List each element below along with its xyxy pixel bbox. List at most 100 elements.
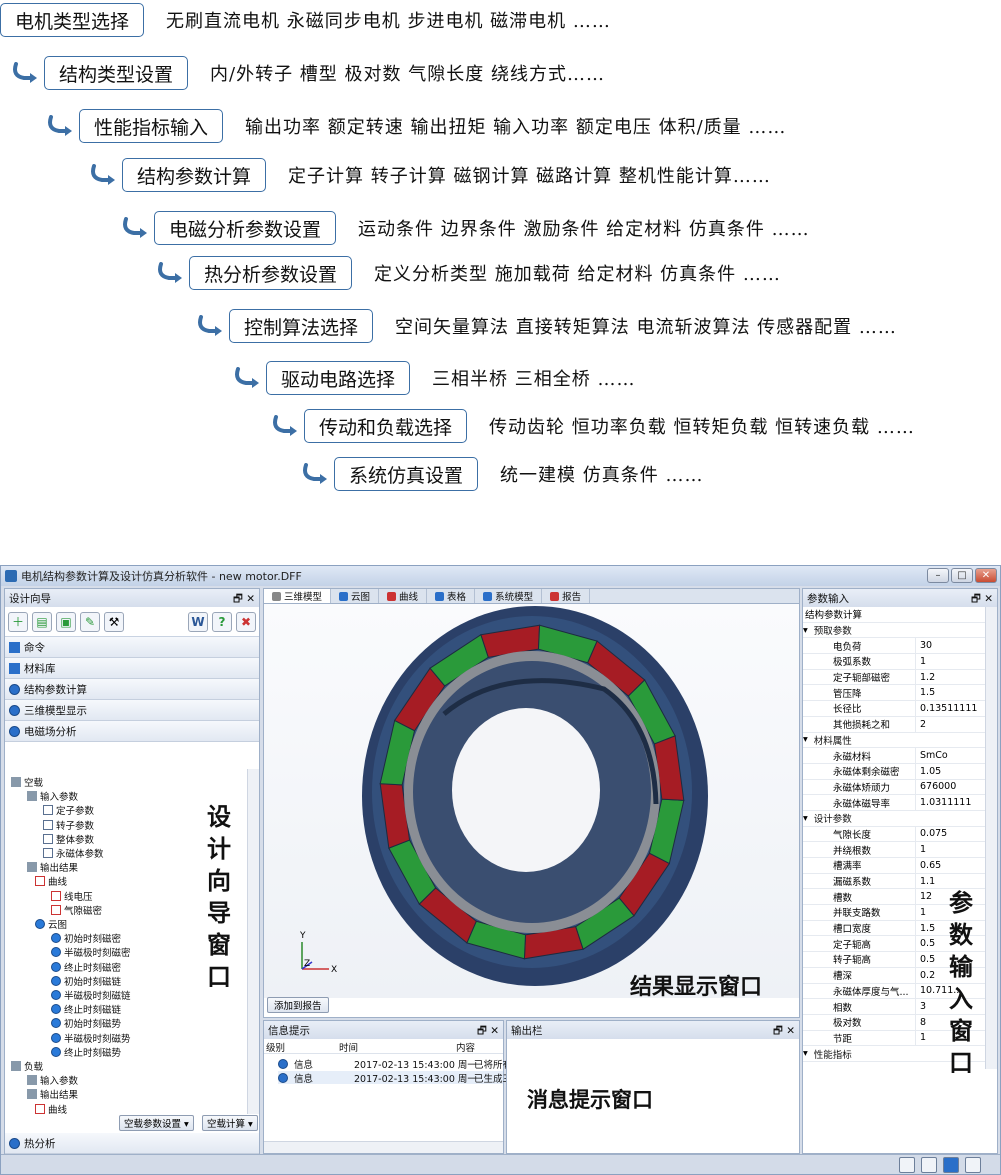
tab-0[interactable]: 三维模型 (264, 589, 332, 603)
accordion-bottom-0[interactable]: 热分析 (5, 1133, 259, 1154)
param-row[interactable]: 定子轭部磁密 1.2 (803, 669, 985, 686)
accordion-top-3[interactable]: 三维模型显示 (5, 700, 259, 721)
param-row[interactable]: 并绕根数 1 (803, 842, 985, 858)
accordion-top-0[interactable]: 命令 (5, 637, 259, 658)
param-value[interactable]: 1.05 (915, 763, 985, 779)
param-value[interactable]: 30 (915, 638, 985, 654)
tree-node[interactable]: 定子参数 (43, 803, 94, 817)
tree-node[interactable]: 半磁极时刻磁势 (51, 1031, 131, 1045)
param-group-row[interactable]: ▾ 预取参数 (803, 623, 985, 639)
help-icon[interactable]: ? (212, 611, 232, 632)
param-row[interactable]: 极弧系数 1 (803, 654, 985, 670)
info-pin-close-icons[interactable]: 🗗 ✕ (477, 1023, 499, 1037)
tree-node[interactable]: 输出结果 (27, 860, 78, 874)
param-row[interactable]: 其他损耗之和 2 (803, 716, 985, 733)
output-pin-close-icons[interactable]: 🗗 ✕ (773, 1023, 795, 1037)
param-value[interactable]: 1.2 (915, 669, 985, 685)
tree-node[interactable]: 整体参数 (43, 832, 94, 846)
param-value[interactable]: 1 (915, 842, 985, 857)
status-icon-2[interactable] (921, 1157, 937, 1173)
accordion-top-2[interactable]: 结构参数计算 (5, 679, 259, 700)
panel-pin-close-icons[interactable]: 🗗 ✕ (233, 591, 255, 605)
word-icon[interactable]: W (188, 611, 208, 632)
tree-node[interactable]: 空载 (11, 775, 43, 789)
axis-x-label: X (331, 965, 337, 975)
tree-node[interactable]: 曲线 (35, 1102, 67, 1114)
tab-5[interactable]: 报告 (542, 589, 591, 603)
flow-step: 结构类型设置 内/外转子 槽型 极对数 气隙长度 绕线方式…… (10, 55, 605, 91)
tree-node[interactable]: 初始时刻磁势 (51, 1016, 121, 1030)
maximize-button[interactable]: □ (951, 568, 973, 583)
info-row[interactable]: 信息 2017-02-13 15:43:00 周一 已生成三 (278, 1071, 512, 1085)
param-value[interactable]: 1 (915, 654, 985, 669)
param-row[interactable]: 管压降 1.5 (803, 685, 985, 702)
tree-node[interactable]: 终止时刻磁势 (51, 1045, 121, 1059)
info-row[interactable]: 信息 2017-02-13 15:43:00 周一 已将所有 (278, 1057, 512, 1071)
param-value[interactable]: 1.5 (915, 685, 985, 701)
panel-header: 设计向导 🗗 ✕ (5, 589, 259, 607)
status-icon-4[interactable] (965, 1157, 981, 1173)
add-to-report-button[interactable]: 添加到报告 (267, 997, 329, 1013)
edit-icon[interactable]: ✎ (80, 611, 100, 632)
tree-node[interactable]: 云图 (35, 917, 67, 931)
param-value[interactable]: 0.65 (915, 858, 985, 873)
tree-node[interactable]: 曲线 (35, 874, 67, 888)
tree-node[interactable]: 初始时刻磁密 (51, 931, 121, 945)
tree-node[interactable]: 输入参数 (27, 789, 78, 803)
tools-icon[interactable]: ⚒ (104, 611, 124, 632)
param-row[interactable]: 电负荷 30 (803, 638, 985, 655)
open-icon[interactable]: ▤ (32, 611, 52, 632)
accordion-top-4[interactable]: 电磁场分析 (5, 721, 259, 742)
accordion-top-1[interactable]: 材料库 (5, 658, 259, 679)
param-root-row[interactable]: 结构参数计算 (803, 607, 985, 623)
3d-viewport[interactable]: Y Z X 结果显示窗口 (264, 604, 799, 998)
tree-node[interactable]: 气隙磁密 (51, 903, 102, 917)
param-group-row[interactable]: ▾ 设计参数 (803, 811, 985, 827)
tree-node[interactable]: 负载 (11, 1059, 43, 1073)
status-icon-3[interactable] (943, 1157, 959, 1173)
tree-node[interactable]: 永磁体参数 (43, 846, 104, 860)
param-row[interactable]: 永磁体磁导率 1.0311111 (803, 795, 985, 811)
flow-step-box: 热分析参数设置 (189, 256, 353, 290)
param-row[interactable]: 永磁材料 SmCo (803, 748, 985, 764)
param-value[interactable]: 1.0311111 (915, 795, 985, 810)
noload-settings-dropdown[interactable]: 空载参数设置 ▾ (119, 1115, 194, 1131)
tree-node[interactable]: 半磁极时刻磁链 (51, 988, 131, 1002)
save-icon[interactable]: ▣ (56, 611, 76, 632)
curve-arrow-icon (198, 315, 222, 336)
close-button[interactable]: ✕ (975, 568, 997, 583)
tab-1[interactable]: 云图 (331, 589, 380, 603)
param-value[interactable]: 676000 (915, 779, 985, 795)
param-row[interactable]: 长径比 0.13511111 (803, 701, 985, 717)
param-scrollbar[interactable] (985, 607, 997, 1069)
param-row[interactable]: 槽满率 0.65 (803, 858, 985, 874)
tree-node[interactable]: 终止时刻磁链 (51, 1002, 121, 1016)
minimize-button[interactable]: – (927, 568, 949, 583)
param-row[interactable]: 气隙长度 0.075 (803, 826, 985, 843)
param-group-row[interactable]: ▾ 材料属性 (803, 733, 985, 749)
info-hscrollbar[interactable] (264, 1141, 503, 1153)
exit-icon[interactable]: ✖ (236, 611, 256, 632)
param-pin-close-icons[interactable]: 🗗 ✕ (971, 591, 993, 605)
new-icon[interactable]: ＋ (8, 611, 28, 632)
param-row[interactable]: 永磁体矫顽力 676000 (803, 779, 985, 796)
noload-calc-dropdown[interactable]: 空载计算 ▾ (202, 1115, 258, 1131)
tree-node[interactable]: 半磁极时刻磁密 (51, 945, 131, 959)
tab-label: 报告 (562, 592, 582, 603)
param-value[interactable]: 2 (915, 716, 985, 732)
tab-4[interactable]: 系统模型 (475, 589, 543, 603)
tree-scrollbar[interactable] (247, 769, 259, 1114)
tree-node[interactable]: 转子参数 (43, 818, 94, 832)
param-value[interactable]: SmCo (915, 748, 985, 763)
param-value[interactable]: 0.075 (915, 826, 985, 842)
tree-node[interactable]: 线电压 (51, 889, 93, 903)
tree-node[interactable]: 输出结果 (27, 1087, 78, 1101)
tree-node[interactable]: 输入参数 (27, 1073, 78, 1087)
tab-3[interactable]: 表格 (427, 589, 476, 603)
tab-2[interactable]: 曲线 (379, 589, 428, 603)
status-icon-1[interactable] (899, 1157, 915, 1173)
param-value[interactable]: 0.13511111 (915, 701, 985, 716)
param-row[interactable]: 永磁体剩余磁密 1.05 (803, 763, 985, 780)
tree-node[interactable]: 初始时刻磁链 (51, 974, 121, 988)
tree-node[interactable]: 终止时刻磁密 (51, 960, 121, 974)
